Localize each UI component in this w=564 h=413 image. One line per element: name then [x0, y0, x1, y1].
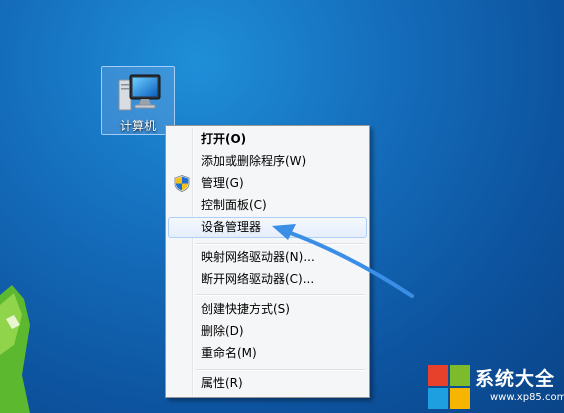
- menu-item-label: 重命名(M): [201, 346, 257, 360]
- computer-icon: [118, 74, 161, 111]
- menu-item-label: 断开网络驱动器(C)...: [201, 272, 315, 286]
- menu-item-label: 控制面板(C): [201, 198, 267, 212]
- menu-item-map-network-drive[interactable]: 映射网络驱动器(N)...: [168, 247, 367, 268]
- watermark-logo: 系统大全 www.xp85.com: [428, 362, 564, 413]
- menu-item-device-manager[interactable]: 设备管理器: [168, 217, 367, 238]
- menu-item-manage[interactable]: 管理(G): [168, 173, 367, 194]
- menu-item-label: 映射网络驱动器(N)...: [201, 250, 315, 264]
- menu-item-open[interactable]: 打开(O): [168, 129, 367, 150]
- menu-separator: [196, 369, 365, 371]
- desktop: 计算机 打开(O) 添加或删除程序(W) 管理(G) 控制面板(C) 设备管理器…: [0, 0, 564, 413]
- wallpaper-leaf-decoration: [0, 285, 30, 413]
- menu-item-label: 管理(G): [201, 176, 244, 190]
- menu-item-create-shortcut[interactable]: 创建快捷方式(S): [168, 299, 367, 320]
- menu-item-label: 设备管理器: [201, 220, 262, 234]
- menu-item-delete[interactable]: 删除(D): [168, 321, 367, 342]
- computer-icon-label: 计算机: [119, 119, 156, 133]
- context-menu: 打开(O) 添加或删除程序(W) 管理(G) 控制面板(C) 设备管理器 映射网…: [165, 125, 370, 398]
- menu-item-label: 打开(O): [201, 132, 247, 146]
- windows-logo-icon: [428, 365, 470, 409]
- menu-separator: [196, 243, 365, 245]
- menu-item-label: 删除(D): [201, 324, 244, 338]
- menu-item-label: 属性(R): [201, 376, 243, 390]
- menu-separator: [196, 294, 365, 296]
- menu-item-properties[interactable]: 属性(R): [168, 373, 367, 394]
- menu-item-rename[interactable]: 重命名(M): [168, 343, 367, 364]
- watermark-name: 系统大全: [475, 368, 556, 390]
- menu-item-add-remove-programs[interactable]: 添加或删除程序(W): [168, 151, 367, 172]
- menu-item-label: 添加或删除程序(W): [201, 154, 307, 168]
- menu-item-disconnect-network-drive[interactable]: 断开网络驱动器(C)...: [168, 269, 367, 290]
- watermark-url: www.xp85.com: [490, 392, 564, 403]
- menu-item-control-panel[interactable]: 控制面板(C): [168, 195, 367, 216]
- computer-desktop-icon[interactable]: 计算机: [101, 66, 175, 135]
- uac-shield-icon: [174, 175, 190, 192]
- menu-item-label: 创建快捷方式(S): [201, 302, 290, 316]
